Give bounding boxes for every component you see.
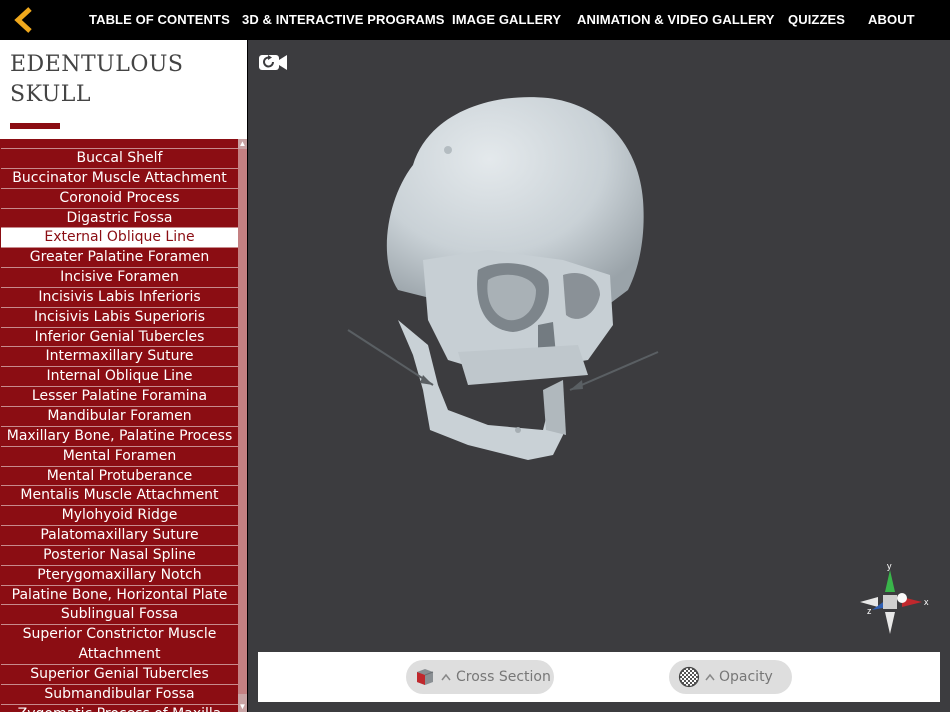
list-scrollbar[interactable]: ▲ ▼: [238, 139, 247, 712]
structure-list-item[interactable]: Superior Constrictor Muscle Attachment: [1, 624, 238, 664]
structure-list-items: Buccal Shelf Buccinator Muscle Attachment…: [1, 148, 238, 712]
structure-list-item[interactable]: Incisivis Labis Superioris: [1, 306, 238, 327]
chevron-up-icon: [441, 673, 451, 681]
structure-list-item[interactable]: Coronoid Process: [1, 187, 238, 208]
structure-list-item[interactable]: Digastric Fossa: [1, 207, 238, 228]
structure-list-item[interactable]: Lesser Palatine Foramina: [1, 386, 238, 406]
structure-list-item[interactable]: Buccal Shelf: [1, 148, 238, 168]
structure-list-item[interactable]: Greater Palatine Foramen: [1, 247, 238, 268]
camera-reset-icon[interactable]: [258, 52, 288, 72]
structure-list: Buccal Shelf Buccinator Muscle Attachment…: [0, 139, 247, 712]
structure-list-item[interactable]: Incisivis Labis Inferioris: [1, 286, 238, 307]
axis-x-label: x: [924, 597, 929, 607]
structure-list-item[interactable]: Submandibular Fossa: [1, 683, 238, 704]
structure-list-item[interactable]: Mandibular Foramen: [1, 405, 238, 426]
nav-image-gallery[interactable]: IMAGE GALLERY: [452, 12, 561, 27]
checker-sphere-icon: [678, 666, 700, 688]
opacity-label: Opacity: [719, 669, 773, 685]
structure-list-item[interactable]: Posterior Nasal Spline: [1, 544, 238, 565]
axis-y-negative: [885, 612, 895, 634]
structure-list-item[interactable]: Sublingual Fossa: [1, 604, 238, 625]
structure-list-item[interactable]: Mental Foramen: [1, 445, 238, 466]
axis-origin: [883, 595, 897, 609]
structure-list-item[interactable]: Mental Protuberance: [1, 465, 238, 486]
axis-y-positive: [885, 570, 895, 592]
structure-list-item[interactable]: Buccinator Muscle Attachment: [1, 167, 238, 188]
cube-section-icon: [417, 669, 434, 685]
structure-list-item[interactable]: Mylohyoid Ridge: [1, 505, 238, 526]
title-panel: EDENTULOUS SKULL: [0, 40, 247, 139]
structure-list-item[interactable]: Inferior Genial Tubercles: [1, 326, 238, 347]
structure-list-item[interactable]: Incisive Foramen: [1, 267, 238, 287]
top-nav-bar: TABLE OF CONTENTS 3D & INTERACTIVE PROGR…: [0, 0, 950, 40]
axis-z-label: z: [867, 606, 872, 616]
nav-3d-interactive-programs[interactable]: 3D & INTERACTIVE PROGRAMS: [242, 12, 445, 27]
page-title: EDENTULOUS SKULL: [10, 50, 183, 110]
axis-origin-handle: [897, 593, 907, 603]
structure-list-item[interactable]: Mentalis Muscle Attachment: [1, 485, 238, 506]
nav-quizzes[interactable]: QUIZZES: [788, 12, 845, 27]
scroll-thumb[interactable]: [238, 149, 247, 694]
axis-y-label: y: [887, 561, 892, 571]
bottom-control-bar: Cross Section Opacity: [258, 652, 940, 702]
skull-model[interactable]: [338, 90, 678, 470]
opacity-button[interactable]: Opacity: [669, 660, 792, 694]
cross-section-button[interactable]: Cross Section: [406, 660, 554, 694]
structure-list-item[interactable]: External Oblique Line: [1, 227, 238, 248]
nav-about[interactable]: ABOUT: [868, 12, 915, 27]
title-underline: [10, 123, 60, 129]
structure-list-item[interactable]: Internal Oblique Line: [1, 366, 238, 387]
structure-list-item[interactable]: Palatomaxillary Suture: [1, 525, 238, 545]
structure-list-item[interactable]: Palatine Bone, Horizontal Plate: [1, 584, 238, 605]
page-title-line-2: SKULL: [10, 82, 91, 107]
axis-gizmo[interactable]: y x z: [856, 558, 940, 638]
cross-section-label: Cross Section: [456, 669, 551, 685]
structure-list-item[interactable]: Zygomatic Process of Maxilla: [1, 703, 238, 712]
page-title-line-1: EDENTULOUS: [10, 52, 184, 77]
scroll-down-icon[interactable]: ▼: [238, 702, 247, 711]
3d-viewer[interactable]: y x z Cross Section Opacity: [248, 40, 950, 712]
chevron-left-icon[interactable]: [12, 6, 36, 34]
structure-list-item[interactable]: Superior Genial Tubercles: [1, 663, 238, 684]
chevron-up-icon: [705, 673, 715, 681]
nav-table-of-contents[interactable]: TABLE OF CONTENTS: [89, 12, 230, 27]
structure-list-item[interactable]: Maxillary Bone, Palatine Process: [1, 425, 238, 446]
nav-animation-video-gallery[interactable]: ANIMATION & VIDEO GALLERY: [577, 12, 775, 27]
structure-list-item[interactable]: Intermaxillary Suture: [1, 346, 238, 367]
scroll-up-icon[interactable]: ▲: [238, 139, 247, 148]
structure-list-item[interactable]: Pterygomaxillary Notch: [1, 564, 238, 585]
